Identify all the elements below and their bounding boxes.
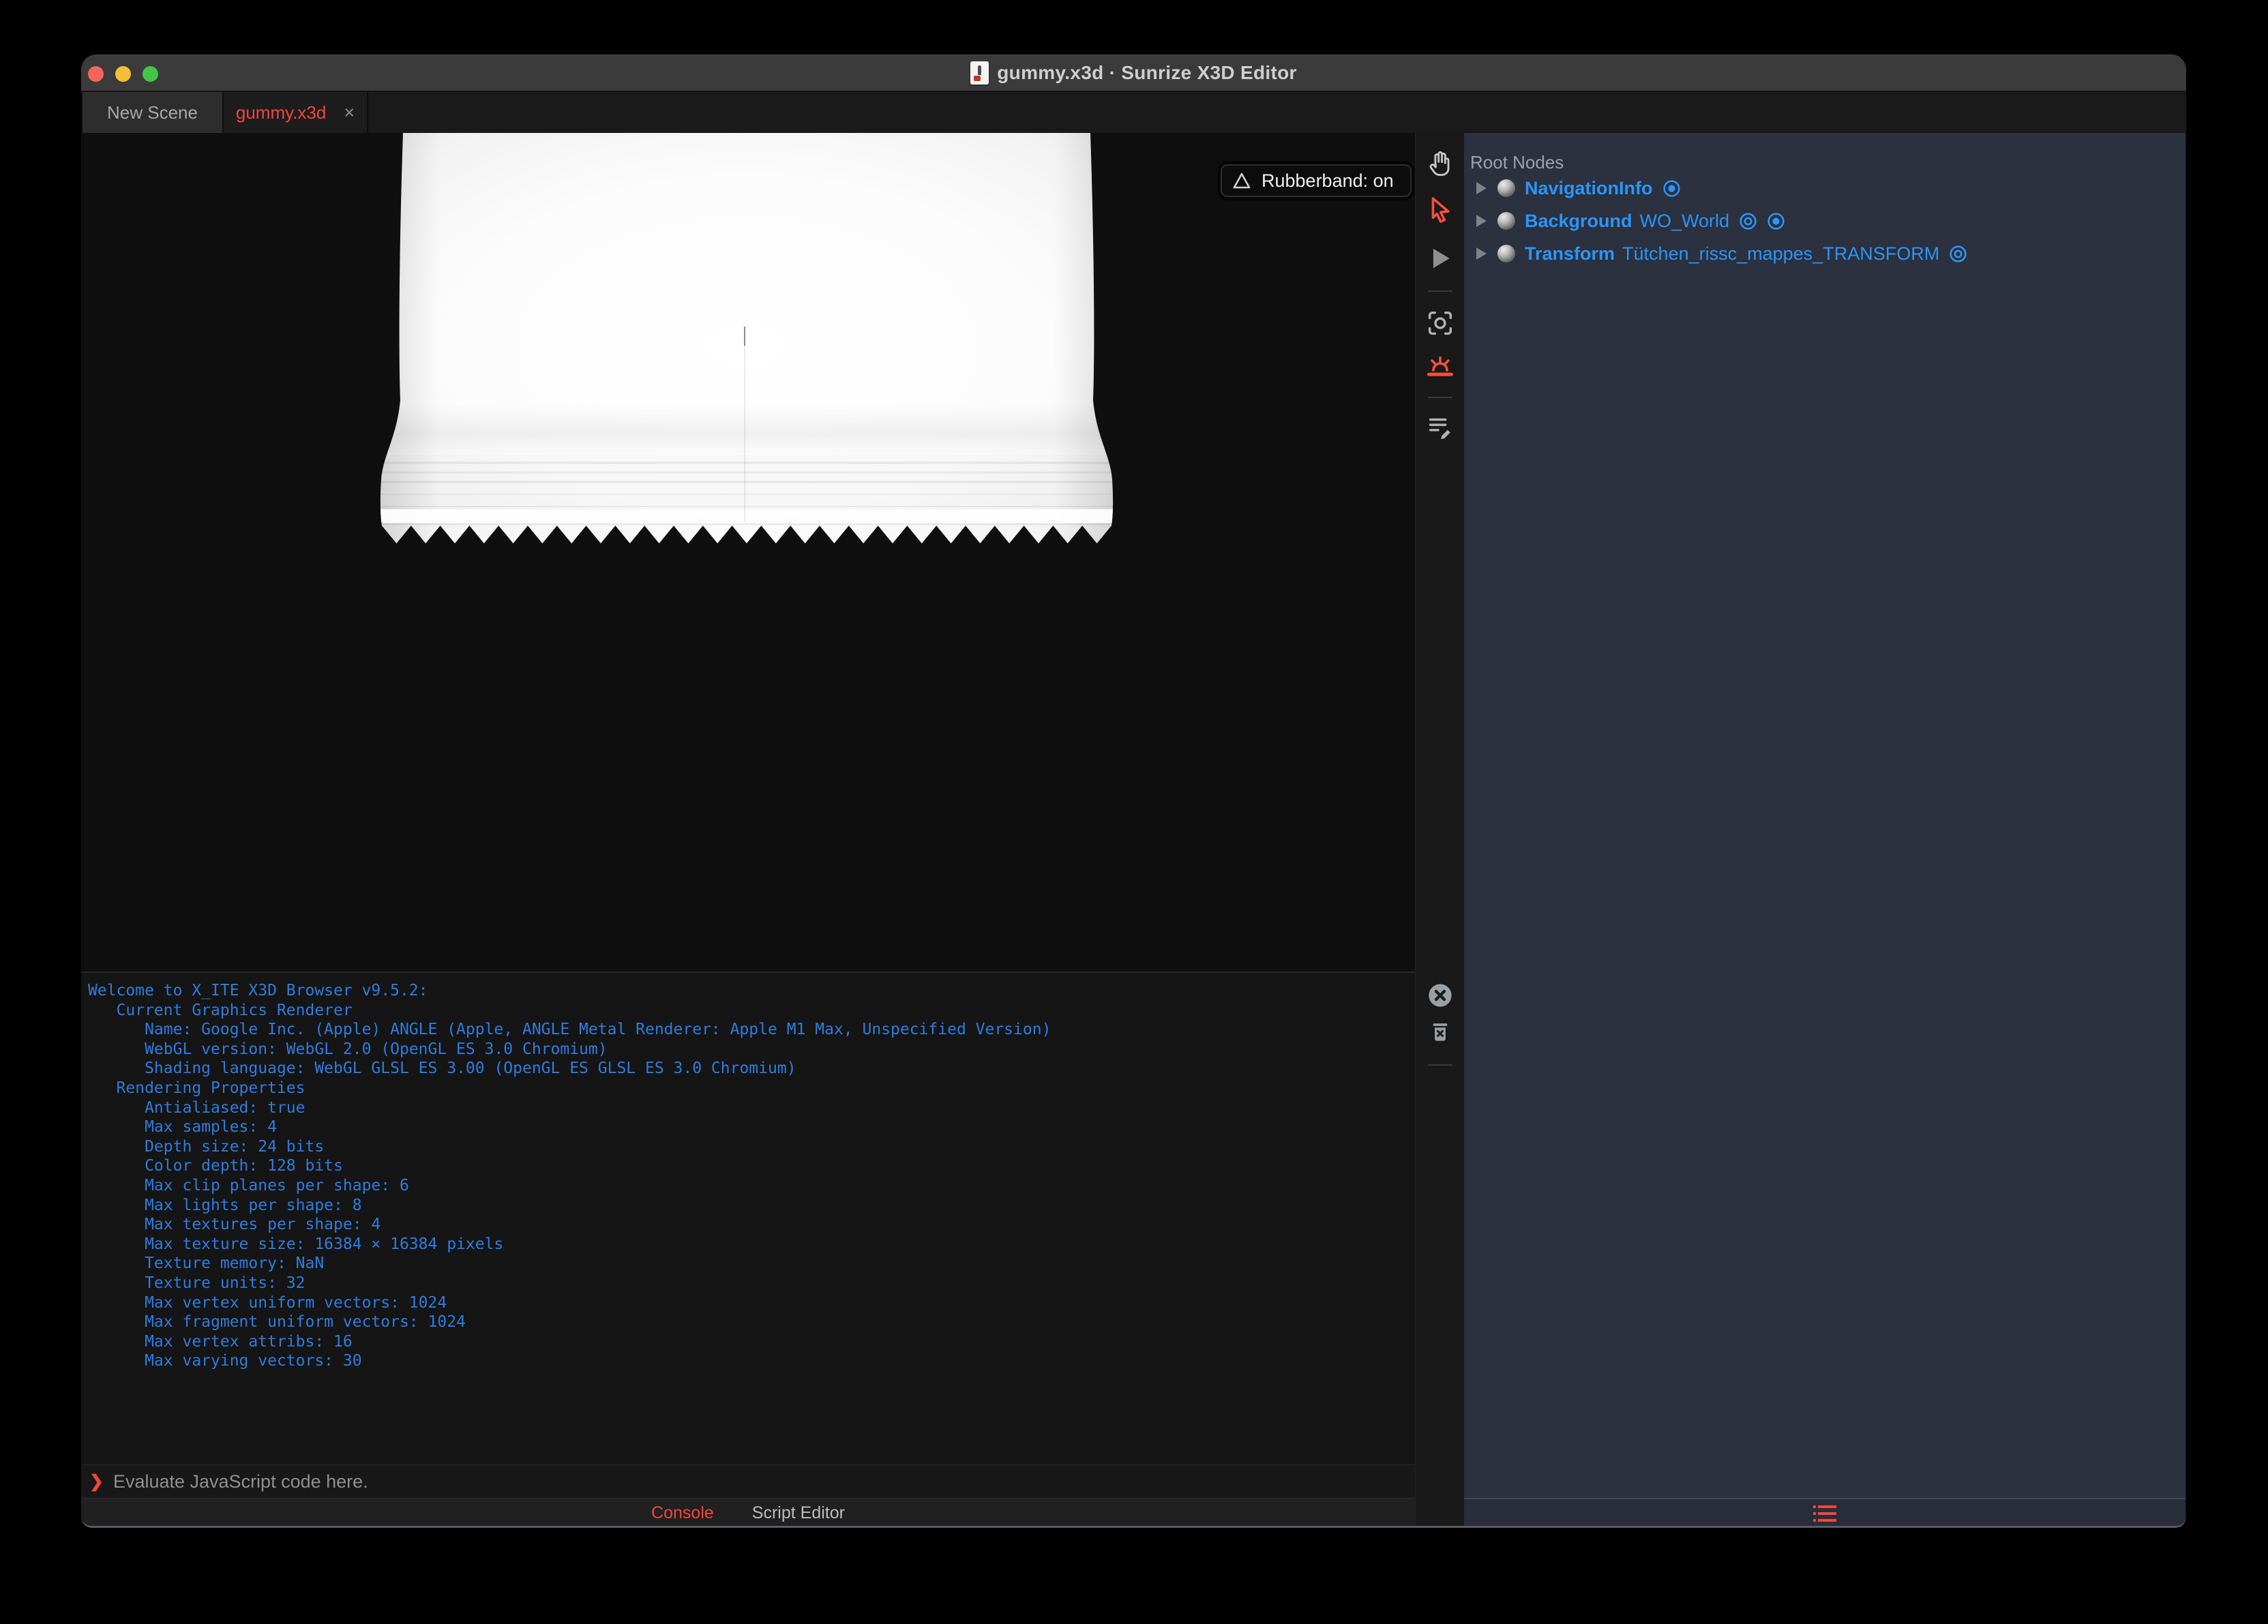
console-line: Max vertex attribs: 16 — [88, 1332, 353, 1351]
clear-console-button[interactable] — [1424, 979, 1457, 1012]
tab-strip: New Scene gummy.x3d × — [81, 92, 2186, 133]
tab-gummy-x3d[interactable]: gummy.x3d × — [224, 92, 368, 133]
node-type-label: NavigationInfo — [1525, 177, 1653, 198]
console-line: Color depth: 128 bits — [88, 1157, 343, 1175]
bound-icon[interactable] — [1661, 178, 1682, 199]
rubberband-triangle-icon — [1233, 172, 1251, 189]
outline-panel-footer — [1464, 1498, 2185, 1526]
toolbar-divider — [1427, 397, 1452, 398]
node-sphere-icon — [1497, 212, 1515, 230]
console-line: Max varying vectors: 30 — [88, 1352, 362, 1370]
tab-new-scene[interactable]: New Scene — [81, 92, 224, 133]
console-line: Rendering Properties — [88, 1079, 305, 1097]
outline-panel: Root Nodes NavigationInfo Background WO_… — [1464, 133, 2185, 1526]
tab-close-icon[interactable]: × — [344, 103, 355, 122]
console-line: Texture memory: NaN — [88, 1254, 325, 1273]
tab-label: New Scene — [107, 102, 198, 123]
visibility-icon[interactable] — [1737, 211, 1759, 232]
play-icon — [1433, 248, 1450, 269]
zoom-window-button[interactable] — [143, 66, 158, 82]
hand-tool-button[interactable] — [1424, 146, 1457, 179]
title-bar: gummy.x3d · Sunrize X3D Editor — [81, 55, 2186, 92]
viewport-toolbar — [1415, 133, 1464, 1526]
window-title-group: gummy.x3d · Sunrize X3D Editor — [970, 61, 1296, 85]
console-footer: Console Script Editor — [81, 1498, 1415, 1526]
expand-arrow-icon[interactable] — [1476, 215, 1487, 227]
document-icon — [970, 61, 989, 85]
app-window: gummy.x3d · Sunrize X3D Editor New Scene… — [81, 55, 2186, 1528]
console-line: Texture units: 32 — [88, 1274, 305, 1292]
console-line: Name: Google Inc. (Apple) ANGLE (Apple, … — [88, 1021, 1051, 1039]
footer-tab-console[interactable]: Console — [651, 1503, 714, 1523]
script-edit-icon — [1429, 418, 1450, 440]
expand-arrow-icon[interactable] — [1476, 247, 1487, 260]
toolbar-divider — [1427, 290, 1452, 292]
tree-row-navigationinfo[interactable]: NavigationInfo — [1464, 172, 2185, 205]
list-view-icon[interactable] — [1813, 1505, 1836, 1522]
hand-icon — [1429, 151, 1450, 177]
node-name-label: WO_World — [1639, 210, 1730, 231]
sunrise-light-button[interactable] — [1424, 350, 1457, 383]
console-line: Welcome to X_ITE X3D Browser v9.5.2: — [88, 982, 428, 999]
expand-arrow-icon[interactable] — [1476, 182, 1487, 194]
viewport-console-stack: Rubberband: on Welcome to X_ITE X3D Brow… — [81, 133, 1415, 1526]
main-content: Rubberband: on Welcome to X_ITE X3D Brow… — [81, 133, 2186, 1526]
window-title: gummy.x3d · Sunrize X3D Editor — [997, 62, 1297, 83]
console-line: Max lights per shape: 8 — [88, 1196, 362, 1214]
tab-label: gummy.x3d — [235, 102, 327, 123]
console-line: Max textures per shape: 4 — [88, 1216, 381, 1234]
node-tree: NavigationInfo Background WO_World Trans… — [1464, 172, 2185, 270]
toolbar-divider — [1427, 1064, 1452, 1066]
bound-icon[interactable] — [1765, 211, 1787, 232]
select-arrow-icon — [1431, 197, 1450, 223]
minimize-window-button[interactable] — [115, 66, 131, 82]
footer-tab-script-editor[interactable]: Script Editor — [752, 1503, 845, 1523]
node-type-label: Transform — [1525, 243, 1615, 264]
tree-row-background[interactable]: Background WO_World — [1464, 205, 2185, 237]
center-view-camera-icon — [1428, 311, 1452, 335]
node-name-label: Tütchen_rissc_mappes_TRANSFORM — [1622, 243, 1940, 264]
console-line: Max texture size: 16384 × 16384 pixels — [88, 1235, 504, 1253]
document-icon-detail-red — [974, 76, 981, 81]
console-line: Depth size: 24 bits — [88, 1137, 325, 1156]
node-sphere-icon — [1497, 245, 1515, 262]
console-log: Welcome to X_ITE X3D Browser v9.5.2: Cur… — [81, 972, 1415, 1464]
delete-messages-button[interactable] — [1424, 1015, 1457, 1048]
center-view-button[interactable] — [1424, 307, 1457, 340]
console-line: Max clip planes per shape: 6 — [88, 1176, 409, 1194]
trash-icon — [1433, 1023, 1447, 1041]
console-line: Max samples: 4 — [88, 1118, 277, 1137]
3d-viewport[interactable]: Rubberband: on — [81, 133, 1415, 972]
console-line: Current Graphics Renderer — [88, 1001, 353, 1019]
rubberband-status-chip: Rubberband: on — [1221, 164, 1412, 197]
select-arrow-button[interactable] — [1424, 194, 1457, 226]
visibility-icon[interactable] — [1948, 243, 1969, 265]
node-type-label: Background — [1525, 210, 1632, 231]
tree-row-transform[interactable]: Transform Tütchen_rissc_mappes_TRANSFORM — [1464, 237, 2185, 270]
script-edit-button[interactable] — [1424, 410, 1457, 443]
play-button[interactable] — [1424, 242, 1457, 275]
console-line: Shading language: WebGL GLSL ES 3.00 (Op… — [88, 1059, 796, 1078]
js-input-row: ❯ Evaluate JavaScript code here. — [81, 1464, 1415, 1498]
console-line: Max fragment uniform vectors: 1024 — [88, 1313, 466, 1332]
node-sphere-icon — [1497, 179, 1515, 197]
outline-header: Root Nodes — [1470, 152, 1564, 172]
traffic-lights — [88, 66, 158, 82]
console-line: WebGL version: WebGL 2.0 (OpenGL ES 3.0 … — [88, 1040, 608, 1058]
clear-console-icon — [1428, 984, 1452, 1007]
rendered-package-model — [380, 133, 1114, 543]
console-line: Max vertex uniform vectors: 1024 — [88, 1293, 447, 1312]
rubberband-status-label: Rubberband: on — [1262, 170, 1394, 191]
prompt-caret-icon: ❯ — [89, 1472, 104, 1491]
console-line: Antialiased: true — [88, 1098, 305, 1117]
sunrise-icon — [1427, 356, 1453, 376]
js-code-input[interactable]: Evaluate JavaScript code here. — [113, 1471, 368, 1492]
close-window-button[interactable] — [88, 66, 104, 82]
document-icon-detail — [978, 65, 982, 75]
